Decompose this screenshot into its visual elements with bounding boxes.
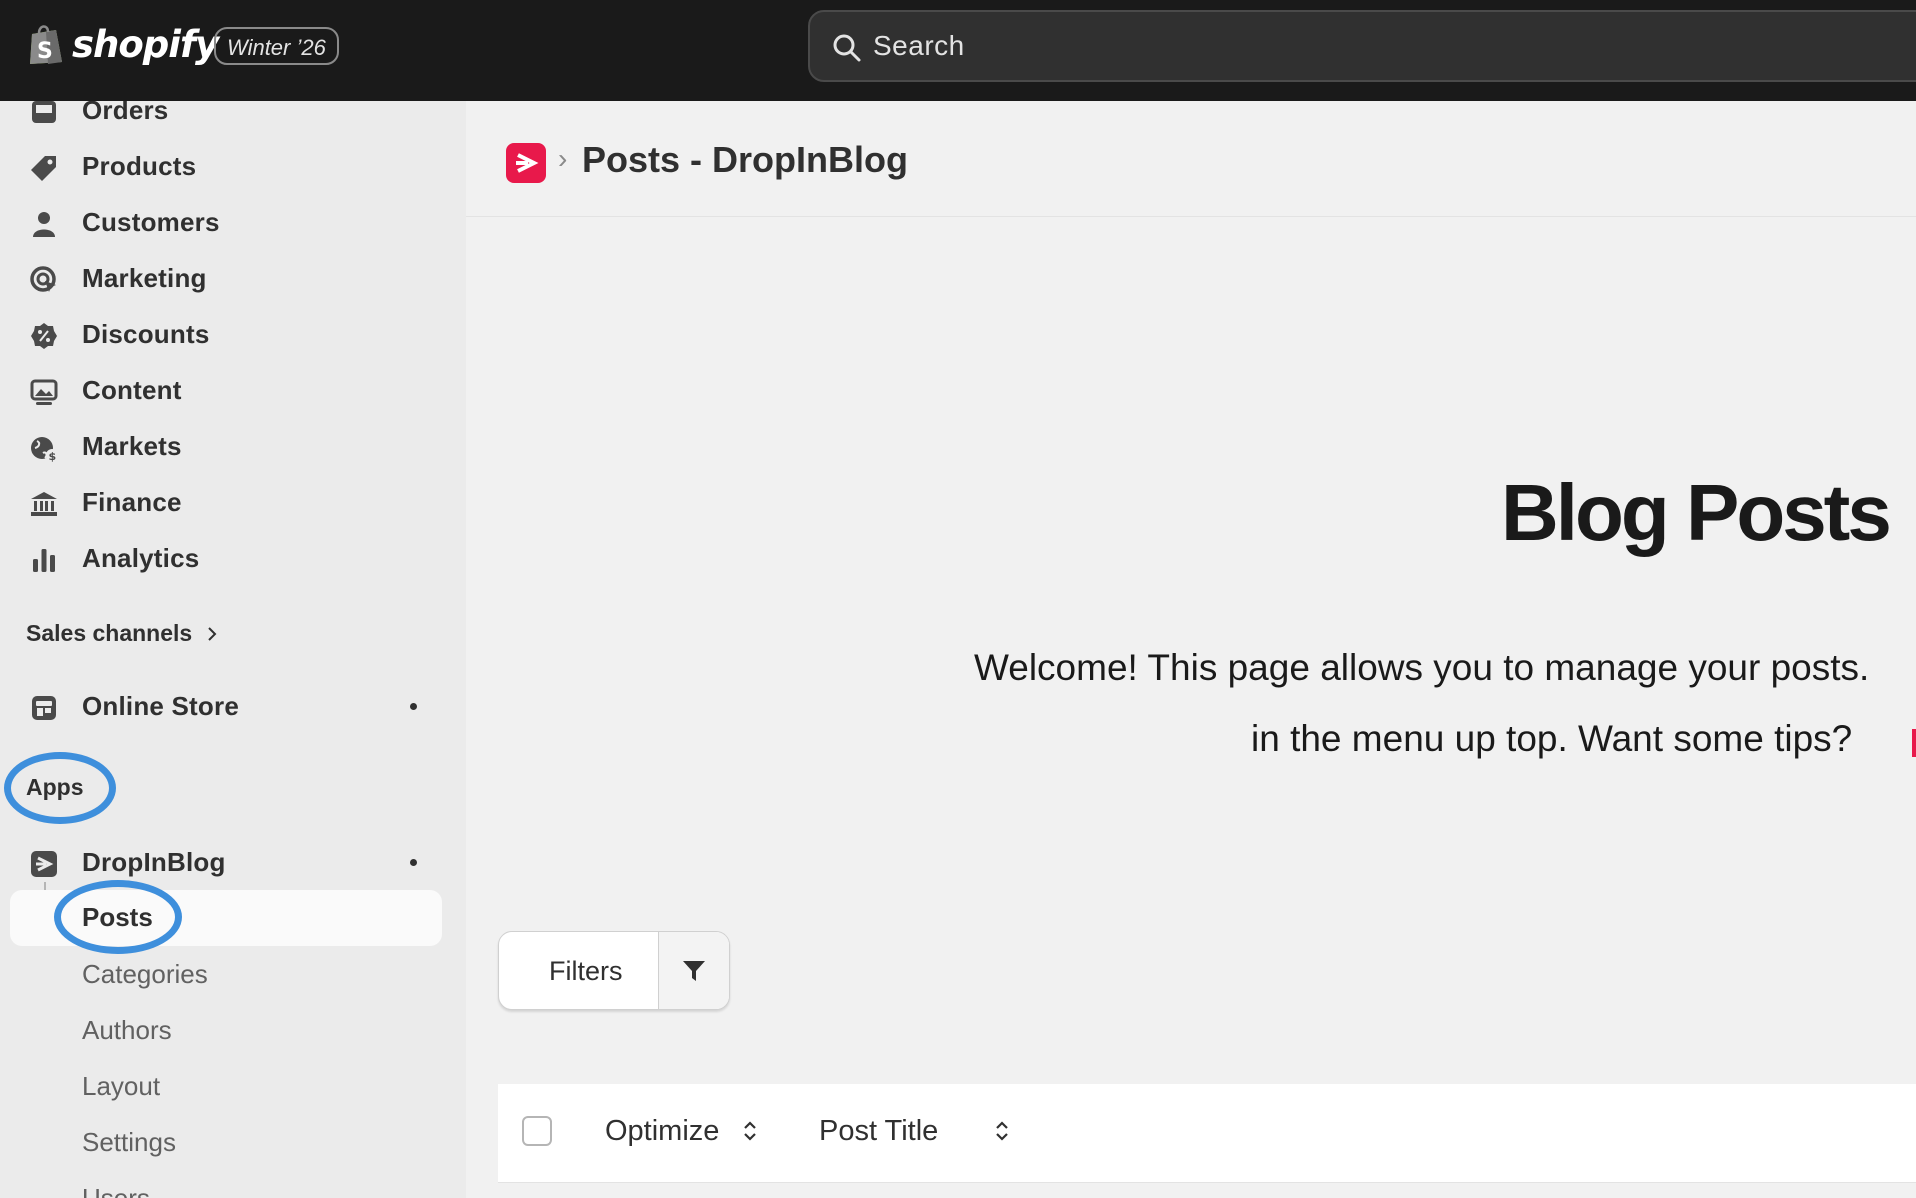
svg-text:$: $ [49, 450, 57, 463]
welcome-text-line-2: in the menu up top. Want some tips? [1251, 718, 1853, 759]
search-input[interactable]: Search [808, 10, 1916, 82]
filter-toggle-button[interactable] [659, 932, 729, 1009]
sidebar-item-label: Discounts [82, 319, 210, 349]
sidebar-subitem-users[interactable]: Users [82, 1183, 150, 1198]
table-header: Optimize Post Title [498, 1084, 1916, 1183]
sales-channels-label: Sales channels [26, 620, 193, 646]
brand-wordmark: shopify [72, 22, 219, 66]
column-header-post-title[interactable]: Post Title [819, 1115, 938, 1148]
sidebar-subitem-authors[interactable]: Authors [82, 1015, 172, 1046]
sidebar-item-discounts[interactable]: Discounts [0, 307, 466, 363]
chevron-right-icon [208, 626, 217, 641]
sidebar-subitem-layout[interactable]: Layout [82, 1071, 160, 1102]
welcome-text-line-1: Welcome! This page allows you to manage … [974, 647, 1870, 688]
sidebar-item-label: Analytics [82, 543, 200, 573]
target-icon [30, 266, 56, 292]
arrow-right-icon [516, 153, 539, 173]
select-all-checkbox[interactable] [522, 1116, 552, 1146]
bar-chart-icon [33, 549, 55, 572]
filters-button-group: Filters [498, 931, 730, 1010]
highlight-ring-apps [4, 752, 116, 824]
sort-icon[interactable] [993, 1118, 1011, 1144]
chevron-right-icon: › [558, 143, 568, 174]
image-icon [30, 379, 58, 405]
dropinblog-icon [31, 851, 57, 877]
shopify-bag-icon: S [30, 25, 62, 64]
tips-link-fragment[interactable] [1912, 729, 1916, 757]
main-content: › Posts - DropInBlog Blog Posts Welcome!… [466, 101, 1916, 1198]
sidebar-item-label: Markets [82, 431, 182, 461]
sidebar-item-label: DropInBlog [82, 847, 226, 877]
sidebar-item-label: Online Store [82, 691, 239, 721]
sidebar-item-label: Finance [82, 487, 182, 517]
inbox-icon [32, 101, 56, 123]
sidebar-item-online-store[interactable]: Online Store [0, 679, 466, 735]
sidebar-item-marketing[interactable]: Marketing [0, 251, 466, 307]
page-header: › Posts - DropInBlog [466, 101, 1916, 217]
filters-button[interactable]: Filters [549, 956, 623, 987]
highlight-ring-posts [54, 880, 182, 954]
bank-icon [31, 492, 57, 516]
globe-icon: $ [31, 437, 58, 463]
dropinblog-app-icon[interactable] [506, 143, 546, 183]
search-placeholder: Search [873, 30, 965, 61]
sidebar-item-label: Orders [82, 101, 169, 125]
sidebar-item-label: Marketing [82, 263, 207, 293]
sidebar: Orders Products Customers Marketing Disc… [0, 101, 466, 1198]
sort-icon[interactable] [741, 1118, 759, 1144]
blog-posts-heading: Blog Posts [1501, 468, 1892, 557]
column-header-optimize[interactable]: Optimize [605, 1115, 719, 1148]
store-icon [32, 696, 56, 720]
discount-icon [31, 323, 57, 349]
sidebar-item-products[interactable]: Products [0, 139, 466, 195]
top-bar: S shopify Winter ’26 Search [0, 0, 1916, 101]
page-title: Posts - DropInBlog [582, 139, 908, 180]
sidebar-subitem-settings[interactable]: Settings [82, 1127, 176, 1158]
sidebar-item-customers[interactable]: Customers [0, 195, 466, 251]
sidebar-item-orders[interactable]: Orders [0, 101, 466, 139]
sidebar-item-finance[interactable]: Finance [0, 475, 466, 531]
sidebar-item-analytics[interactable]: Analytics [0, 531, 466, 587]
search-icon [833, 34, 861, 62]
filter-funnel-icon [683, 961, 705, 981]
status-dot [410, 703, 417, 710]
status-dot [410, 859, 417, 866]
tag-icon [31, 156, 56, 181]
sidebar-subitem-categories[interactable]: Categories [82, 959, 208, 990]
svg-text:S: S [37, 39, 53, 64]
sidebar-item-content[interactable]: Content [0, 363, 466, 419]
edition-badge: Winter ’26 [214, 27, 339, 65]
sales-channels-heading[interactable]: Sales channels [26, 620, 222, 647]
sidebar-item-label: Customers [82, 207, 220, 237]
sidebar-item-markets[interactable]: $ Markets [0, 419, 466, 475]
shopify-logo[interactable]: S shopify [26, 22, 219, 66]
sidebar-item-label: Products [82, 151, 197, 181]
sidebar-item-label: Content [82, 375, 182, 405]
person-icon [33, 212, 55, 237]
